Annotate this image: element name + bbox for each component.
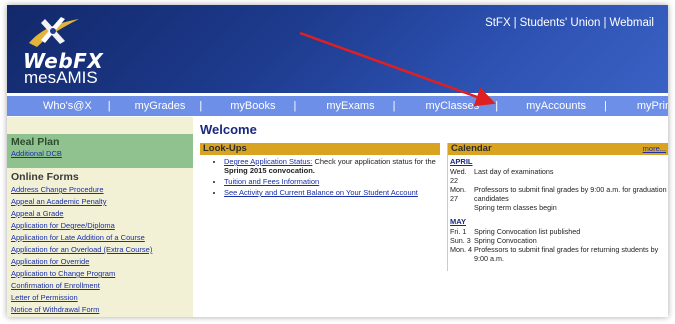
form-link-late-addition[interactable]: Application for Late Addition of a Cours… (11, 232, 189, 244)
tuition-fees-link[interactable]: Tuition and Fees Information (224, 177, 319, 186)
calendar-event: Sun. 3 Spring Convocation (450, 236, 537, 245)
nav-item-mygrades[interactable]: myGrades (135, 100, 186, 112)
form-link-overload[interactable]: Application for an Overload (Extra Cours… (11, 244, 189, 256)
nav-separator: | (107, 100, 111, 112)
form-link-change-program[interactable]: Application to Change Program (11, 268, 189, 280)
nav-item-mybooks[interactable]: myBooks (230, 100, 275, 112)
student-account-balance-link[interactable]: See Activity and Current Balance on Your… (224, 188, 418, 197)
calendar-event: Wed. 22 Last day of examinations (450, 167, 554, 185)
calendar-event: Mon. 4 Professors to submit final grades … (450, 245, 659, 263)
meal-plan-section: Meal Plan Additional DCB (7, 134, 193, 168)
calendar-month-april: APRIL (450, 157, 473, 166)
calendar-event: Spring term classes begin (474, 203, 557, 212)
form-link-withdrawal[interactable]: Notice of Withdrawal Form (11, 304, 189, 316)
calendar-more-link[interactable]: more... (643, 143, 666, 155)
browser-frame: WebFX mesAMIS StFX | Students' Union | Webma… (7, 5, 668, 317)
lookup-item: Tuition and Fees Information (224, 177, 440, 186)
nav-separator: | (293, 100, 297, 112)
lookups-panel: Look-Ups Degree Application Status: Chec… (200, 143, 440, 255)
nav-item-myclasses[interactable]: myClasses (425, 100, 479, 112)
form-link-degree-application[interactable]: Application for Degree/Diploma (11, 220, 189, 232)
nav-item-whos-at-x[interactable]: Who's@X (43, 100, 92, 112)
top-links: StFX | Students' Union | Webmail (485, 17, 654, 29)
nav-item-myaccounts[interactable]: myAccounts (526, 100, 586, 112)
form-link-confirmation-enrollment[interactable]: Confirmation of Enrollment (11, 280, 189, 292)
nav-separator: | (604, 100, 607, 112)
nav-separator: | (495, 100, 499, 112)
stfx-x-logo-icon (29, 17, 79, 47)
students-union-link[interactable]: Students' Union (520, 17, 601, 29)
nav-separator: | (392, 100, 396, 112)
lookup-item: Degree Application Status: Check your ap… (224, 157, 440, 175)
webmail-link[interactable]: Webmail (609, 17, 654, 29)
online-forms-heading: Online Forms (11, 171, 79, 183)
calendar-panel: Calendar more... APRIL Wed. 22 Last day o… (447, 143, 668, 271)
form-link-letter-permission[interactable]: Letter of Permission (11, 292, 189, 304)
meal-plan-heading: Meal Plan (11, 136, 60, 148)
online-forms-section: Online Forms Address Change Procedure Ap… (7, 168, 193, 317)
sidebar: Meal Plan Additional DCB Online Forms Ad… (7, 117, 193, 317)
form-link-address-change[interactable]: Address Change Procedure (11, 184, 189, 196)
form-link-override[interactable]: Application for Override (11, 256, 189, 268)
app-name: mesAMIS (24, 68, 98, 87)
main-content: Welcome Look-Ups Degree Application Stat… (197, 117, 668, 317)
calendar-event: Fri. 1 Spring Convocation list published (450, 227, 581, 236)
additional-dcb-link[interactable]: Additional DCB (11, 148, 189, 160)
degree-application-status-link[interactable]: Degree Application Status: (224, 157, 312, 166)
nav-separator: | (199, 100, 203, 112)
calendar-month-may: MAY (450, 217, 466, 226)
nav-item-myprinting[interactable]: myPrinting (637, 100, 668, 112)
site-header: WebFX mesAMIS StFX | Students' Union | Webma… (7, 5, 668, 93)
nav-item-myexams[interactable]: myExams (326, 100, 374, 112)
main-nav: Who's@X | myGrades | myBooks | myExams |… (7, 96, 668, 116)
stfx-link[interactable]: StFX (485, 17, 511, 29)
lookup-item: See Activity and Current Balance on Your… (224, 188, 440, 197)
form-link-appeal-grade[interactable]: Appeal a Grade (11, 208, 189, 220)
lookups-heading: Look-Ups (200, 143, 440, 155)
form-link-appeal-penalty[interactable]: Appeal an Academic Penalty (11, 196, 189, 208)
calendar-event: Mon. 27 Professors to submit final grades… (450, 185, 667, 203)
page-title: Welcome (200, 122, 257, 137)
calendar-heading: Calendar more... (448, 143, 668, 155)
